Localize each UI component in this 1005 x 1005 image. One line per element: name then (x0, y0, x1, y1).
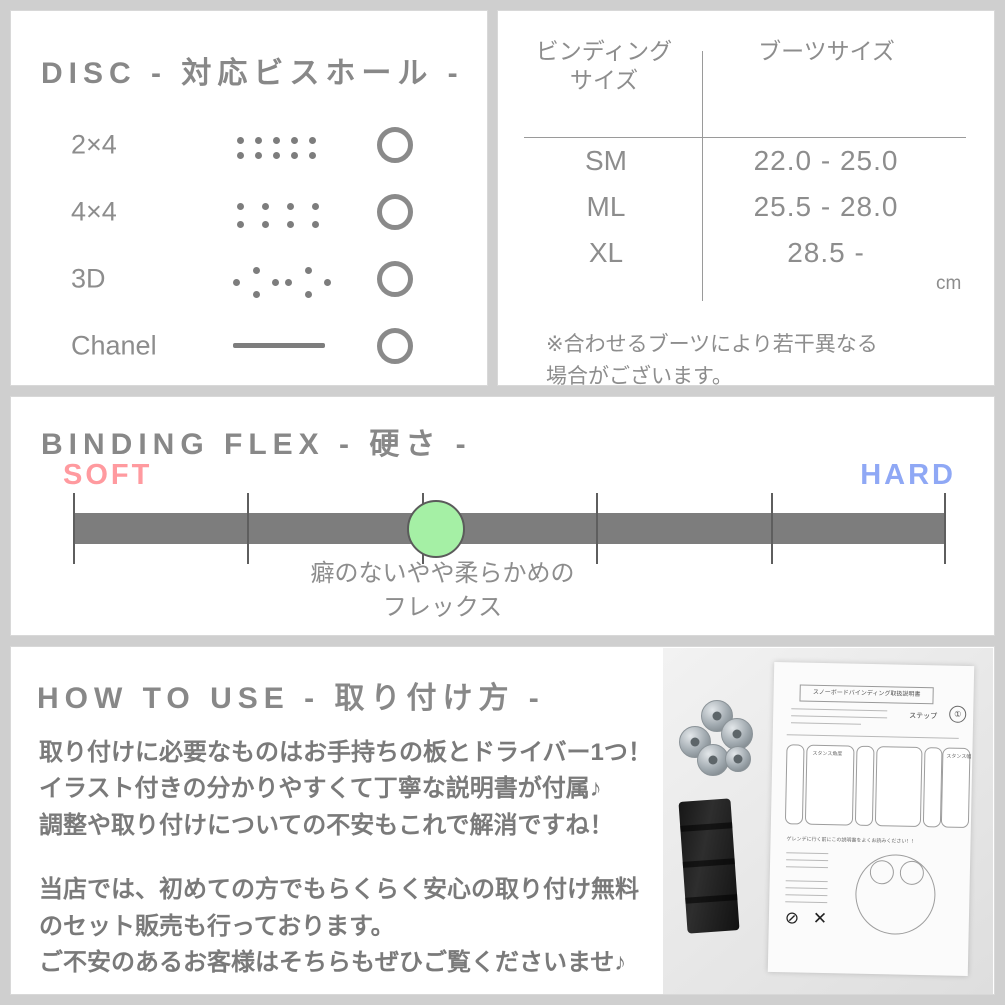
column-header-binding-size: ビンディング サイズ (520, 37, 688, 96)
cell-binding-size: XL (588, 237, 624, 268)
disc-row: Chanel (11, 312, 489, 379)
manual-section-label: スタンス幅 (946, 753, 972, 761)
flex-value-marker (407, 499, 465, 558)
manual-diagram-box (922, 747, 943, 828)
disc-pattern-2x4 (229, 123, 349, 167)
size-table-header: ビンディング サイズ ブーツサイズ (516, 29, 978, 111)
how-to-use-text: 取り付けに必要なものはお手持ちの板とドライバー1つ！ イラスト付きの分かりやすく… (39, 735, 664, 982)
table-row: ML 25.5 - 28.0 (516, 191, 978, 237)
size-table: ビンディング サイズ ブーツサイズ SM 22.0 - 25.0 ML 25.5… (516, 29, 978, 388)
flex-caption-line2: フレックス (382, 593, 503, 621)
size-table-note: ※合わせるブーツにより若干異なる 場合がございます。 (546, 329, 996, 392)
mounting-hardware-image (677, 696, 759, 778)
paragraph1-line3: 調整や取り付けについての不安もこれで解消ですね！ (39, 811, 614, 839)
disc-supported-circle-icon (377, 260, 413, 297)
disc-panel-title: DISC - 対応ビスホール - (41, 57, 464, 90)
disc-supported-circle-icon (377, 193, 413, 230)
flex-scale-bar (73, 493, 946, 564)
cell-binding-size: ML (586, 191, 626, 222)
flex-caption: 癖のないやや柔らかめの フレックス (0, 557, 934, 624)
flex-tick (73, 493, 75, 564)
column-header-boot-size: ブーツサイズ (758, 38, 895, 64)
disc-row: 4×4 (11, 178, 489, 245)
flex-hard-label: HARD (860, 459, 956, 491)
size-table-body: SM 22.0 - 25.0 ML 25.5 - 28.0 XL 28.5 - (516, 145, 978, 283)
flex-tick (596, 493, 598, 564)
binding-flex-panel: BINDING FLEX - 硬さ - SOFT HARD 癖のないやや柔らかめ… (10, 396, 995, 636)
paragraph2-line1: 当店では、初めての方でもらくらく安心の取り付け無料 (39, 876, 639, 904)
paragraph2-line3: ご不安のあるお客様はそちらもぜひご覧くださいませ♪ (39, 949, 627, 977)
disc-row-label: 3D (71, 263, 106, 293)
paragraph2-line2: のセット販売も行っております。 (39, 912, 395, 940)
how-to-use-paragraph-2: 当店では、初めての方でもらくらく安心の取り付け無料 のセット販売も行っております… (39, 872, 664, 981)
how-to-use-paragraph-1: 取り付けに必要なものはお手持ちの板とドライバー1つ！ イラスト付きの分かりやすく… (39, 735, 664, 844)
cell-boot-size: 28.5 - (787, 237, 865, 268)
disc-supported-circle-icon (377, 327, 413, 364)
paragraph1-line1: 取り付けに必要なものはお手持ちの板とドライバー1つ！ (39, 739, 652, 766)
table-row: SM 22.0 - 25.0 (516, 145, 978, 191)
cell-boot-size: 22.0 - 25.0 (753, 145, 899, 176)
disc-supported-circle-icon (377, 126, 413, 163)
dot-grid-icon (229, 190, 349, 234)
manual-diagram-box (854, 745, 875, 827)
cell-binding-size: SM (585, 145, 627, 176)
disc-panel: DISC - 対応ビスホール - 2×4 4×4 3D Chanel (10, 10, 488, 386)
disc-pattern-channel (229, 324, 349, 368)
manual-section-label: スタンス角度 (812, 750, 843, 758)
disc-row: 2×4 (11, 111, 489, 178)
disc-pattern-3d (229, 257, 349, 301)
dot-grid-icon (229, 257, 349, 301)
size-table-panel: ビンディング サイズ ブーツサイズ SM 22.0 - 25.0 ML 25.5… (497, 10, 995, 388)
flex-soft-label: SOFT (63, 459, 153, 491)
size-note-line2: 場合がございます。 (546, 364, 733, 388)
flex-tick (771, 493, 773, 564)
no-entry-icon: ⊘ (784, 908, 800, 928)
how-to-use-panel: HOW TO USE - 取り付け方 - 取り付けに必要なものはお手持ちの板とド… (10, 646, 995, 995)
disc-row-label: 2×4 (71, 129, 117, 159)
binding-size-line1: ビンディング (535, 38, 673, 64)
disc-row-list: 2×4 4×4 3D Chanel (11, 111, 489, 379)
disc-row-label: Chanel (71, 330, 157, 360)
product-photo: スノーボードバインディング取扱説明書 ステップ ① スタンス角度 スタンス幅 ゲ… (663, 648, 993, 994)
binding-flex-title: BINDING FLEX - 硬さ - (41, 428, 472, 461)
instruction-manual-image: スノーボードバインディング取扱説明書 ステップ ① スタンス角度 スタンス幅 ゲ… (767, 661, 975, 977)
page-root: DISC - 対応ビスホール - 2×4 4×4 3D Chanel ビンディン… (0, 0, 1005, 1005)
flex-tick (944, 493, 946, 564)
disc-row: 3D (11, 245, 489, 312)
flex-tick (247, 493, 249, 564)
manual-step-label: ステップ (909, 712, 938, 721)
manual-disc-diagram (854, 853, 937, 936)
dot-grid-icon (229, 123, 349, 167)
manual-title: スノーボードバインディング取扱説明書 (799, 684, 934, 705)
manual-diagram-box (784, 744, 805, 825)
size-note-line1: ※合わせるブーツにより若干異なる (546, 333, 878, 356)
how-to-use-title: HOW TO USE - 取り付け方 - (37, 682, 545, 715)
table-row: XL 28.5 - (516, 237, 978, 283)
table-horizontal-divider (524, 137, 966, 138)
cross-icon: ✕ (812, 908, 828, 929)
channel-line-icon (233, 342, 325, 348)
disc-row-label: 4×4 (71, 196, 117, 226)
binding-size-line2: サイズ (569, 67, 639, 94)
cell-boot-size: 25.5 - 28.0 (753, 191, 899, 222)
manual-notice: ゲレンデに行く前にこの説明書をよくお読みください！！ (786, 836, 917, 845)
size-unit-label: cm (936, 273, 962, 294)
black-strap-image (678, 798, 740, 934)
paragraph1-line2: イラスト付きの分かりやすくて丁寧な説明書が付属♪ (39, 775, 602, 803)
manual-step-number: ① (949, 705, 967, 723)
manual-diagram-box (874, 746, 923, 828)
disc-pattern-4x4 (229, 190, 349, 234)
flex-caption-line1: 癖のないやや柔らかめの (310, 560, 575, 587)
